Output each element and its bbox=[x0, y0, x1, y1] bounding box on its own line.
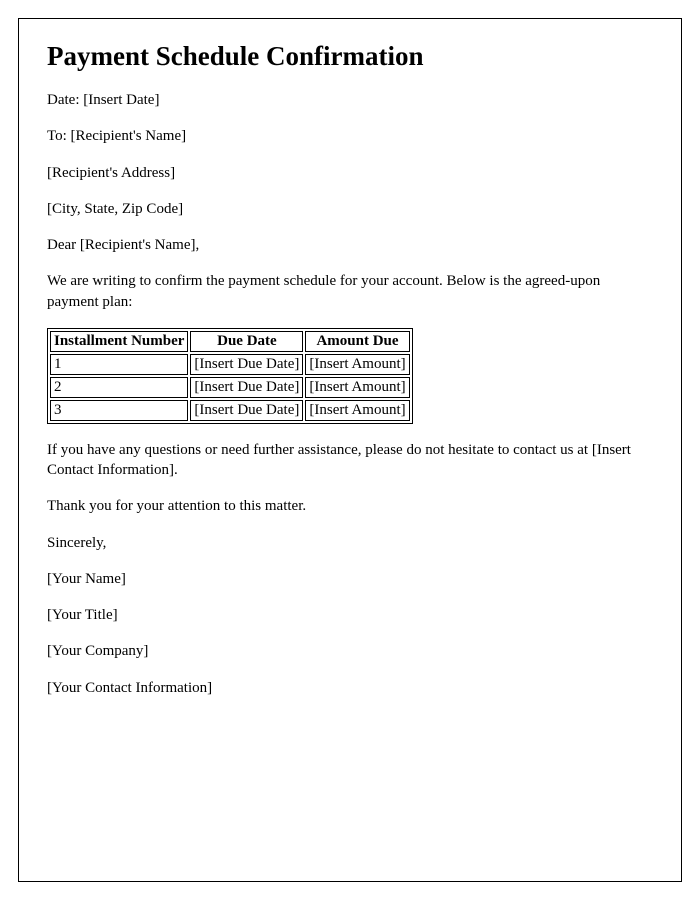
cell-due-date: [Insert Due Date] bbox=[190, 354, 303, 375]
payment-schedule-table: Installment Number Due Date Amount Due 1… bbox=[47, 328, 413, 424]
cell-due-date: [Insert Due Date] bbox=[190, 400, 303, 421]
cell-amount: [Insert Amount] bbox=[305, 377, 409, 398]
cell-installment-number: 3 bbox=[50, 400, 188, 421]
closing: Sincerely, bbox=[47, 533, 653, 553]
document-title: Payment Schedule Confirmation bbox=[47, 41, 653, 72]
col-header-amount: Amount Due bbox=[305, 331, 409, 352]
city-line: [City, State, Zip Code] bbox=[47, 199, 653, 219]
col-header-installment: Installment Number bbox=[50, 331, 188, 352]
signature-contact: [Your Contact Information] bbox=[47, 678, 653, 698]
col-header-due-date: Due Date bbox=[190, 331, 303, 352]
intro-paragraph: We are writing to confirm the payment sc… bbox=[47, 271, 653, 312]
signature-title: [Your Title] bbox=[47, 605, 653, 625]
cell-installment-number: 1 bbox=[50, 354, 188, 375]
address-line: [Recipient's Address] bbox=[47, 163, 653, 183]
signature-company: [Your Company] bbox=[47, 641, 653, 661]
cell-amount: [Insert Amount] bbox=[305, 400, 409, 421]
salutation: Dear [Recipient's Name], bbox=[47, 235, 653, 255]
date-line: Date: [Insert Date] bbox=[47, 90, 653, 110]
cell-installment-number: 2 bbox=[50, 377, 188, 398]
cell-due-date: [Insert Due Date] bbox=[190, 377, 303, 398]
to-line: To: [Recipient's Name] bbox=[47, 126, 653, 146]
assistance-paragraph: If you have any questions or need furthe… bbox=[47, 440, 653, 481]
thanks-paragraph: Thank you for your attention to this mat… bbox=[47, 496, 653, 516]
table-row: 2 [Insert Due Date] [Insert Amount] bbox=[50, 377, 410, 398]
cell-amount: [Insert Amount] bbox=[305, 354, 409, 375]
table-header-row: Installment Number Due Date Amount Due bbox=[50, 331, 410, 352]
table-row: 1 [Insert Due Date] [Insert Amount] bbox=[50, 354, 410, 375]
table-row: 3 [Insert Due Date] [Insert Amount] bbox=[50, 400, 410, 421]
document-frame: Payment Schedule Confirmation Date: [Ins… bbox=[18, 18, 682, 882]
signature-name: [Your Name] bbox=[47, 569, 653, 589]
